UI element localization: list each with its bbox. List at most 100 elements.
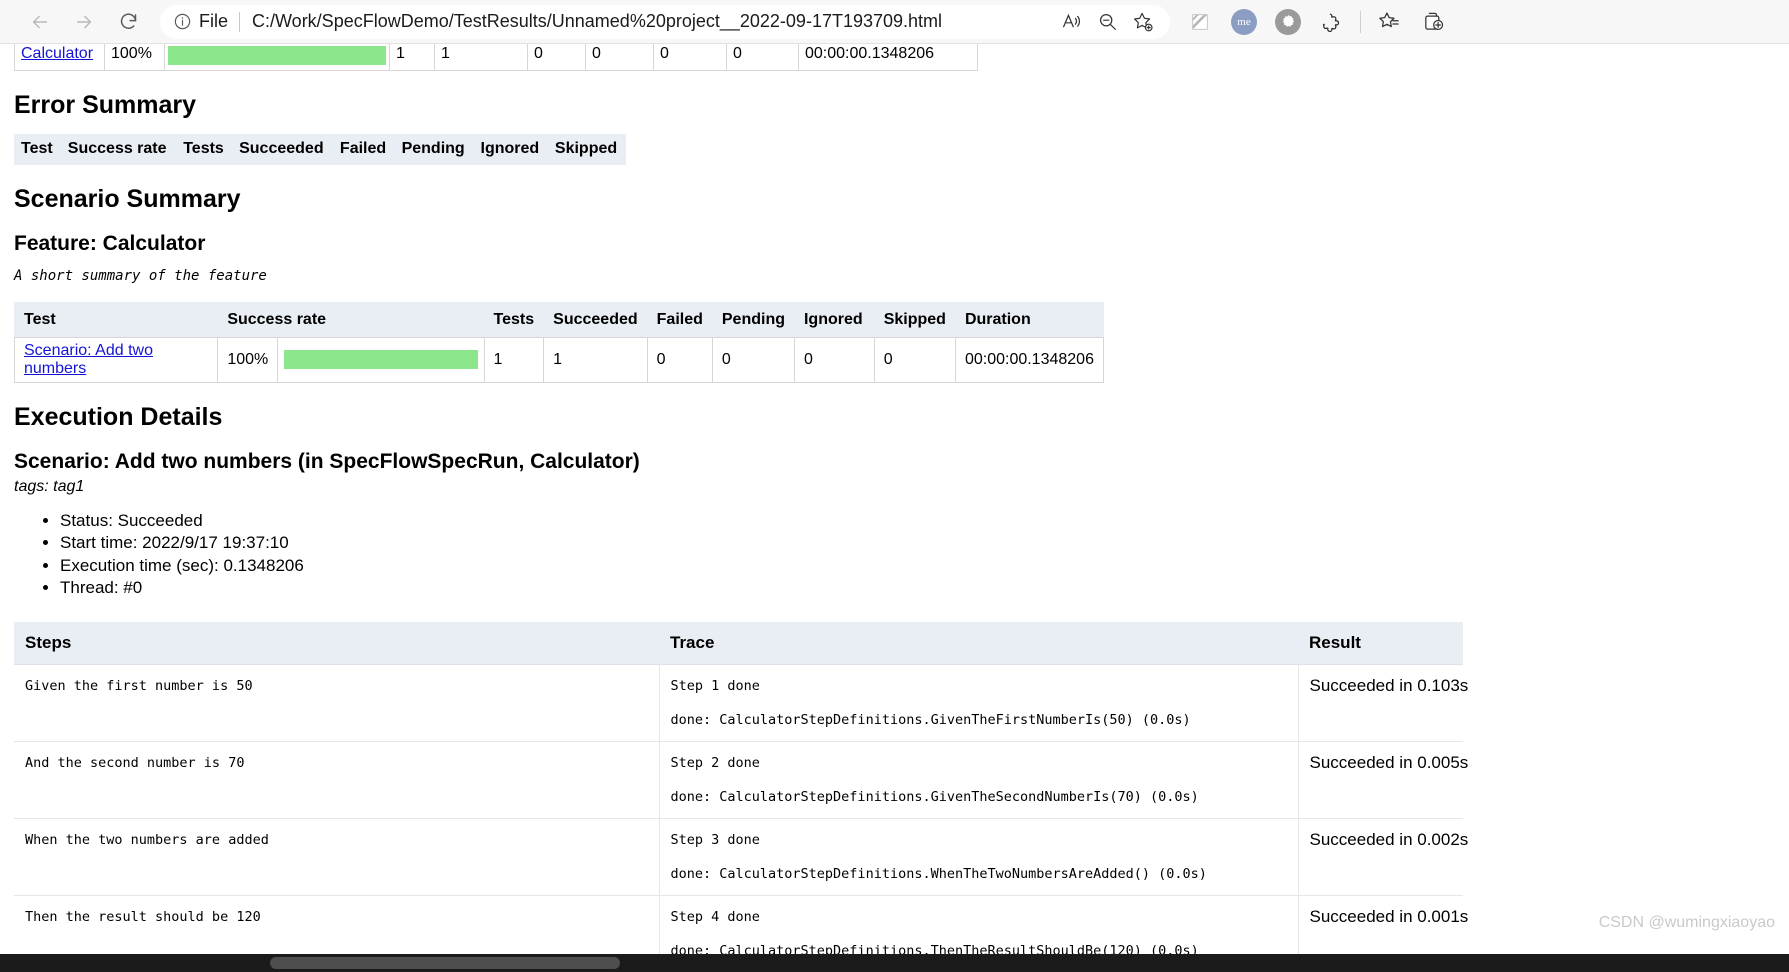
back-button[interactable] <box>18 2 62 42</box>
cell-success-bar <box>278 337 484 382</box>
error-summary-heading: Error Summary <box>14 91 1775 120</box>
forward-arrow-icon <box>73 11 95 33</box>
address-bar[interactable]: File C:/Work/SpecFlowDemo/TestResults/Un… <box>160 5 1170 39</box>
address-divider <box>239 12 240 32</box>
scenario-facts-list: Status: Succeeded Start time: 2022/9/17 … <box>14 510 1775 600</box>
table-row: When the two numbers are added Step 3 do… <box>14 818 1463 895</box>
cell-success-rate: 100% <box>105 44 165 70</box>
scenario-link[interactable]: Scenario: Add two numbers <box>24 342 153 377</box>
error-summary-table: Test Success rate Tests Succeeded Failed… <box>14 134 626 165</box>
cell-trace: Step 1 done done: CalculatorStepDefiniti… <box>659 664 1298 741</box>
split-screen-plus-icon <box>1422 10 1445 33</box>
col-ignored: Ignored <box>474 134 548 165</box>
report-page: Calculator 100% 1 1 0 0 0 0 00:00:00.134… <box>0 44 1789 954</box>
cell-step: Then the result should be 120 <box>14 895 659 954</box>
table-row: Scenario: Add two numbers 100% 1 1 0 0 0… <box>15 337 1104 382</box>
trace-line-1: Step 1 done <box>671 676 1287 696</box>
cell-result: Succeeded in 0.002s <box>1298 818 1463 895</box>
browser-toolbar-right: me <box>1178 2 1455 42</box>
table-header-row: Test Success rate Tests Succeeded Failed… <box>15 302 1104 337</box>
cell-succeeded: 1 <box>435 44 528 70</box>
cell-duration: 00:00:00.1348206 <box>799 44 978 70</box>
col-skipped: Skipped <box>548 134 626 165</box>
trace-line-2: done: CalculatorStepDefinitions.WhenTheT… <box>671 864 1287 884</box>
list-item: Status: Succeeded <box>60 510 1775 533</box>
table-row: Then the result should be 120 Step 4 don… <box>14 895 1463 954</box>
gear-icon <box>1275 9 1301 35</box>
cell-ignored: 0 <box>794 337 874 382</box>
scrollbar-thumb[interactable] <box>270 957 620 969</box>
url-text[interactable]: C:/Work/SpecFlowDemo/TestResults/Unnamed… <box>252 11 1053 32</box>
zoom-out-icon <box>1097 11 1118 32</box>
scenario-tags: tags: tag1 <box>14 478 1775 496</box>
refresh-button[interactable] <box>106 2 150 42</box>
cell-skipped: 0 <box>727 44 799 70</box>
cell-trace: Step 4 done done: CalculatorStepDefiniti… <box>659 895 1298 954</box>
trace-line-2: done: CalculatorStepDefinitions.ThenTheR… <box>671 941 1287 955</box>
browser-toolbar: File C:/Work/SpecFlowDemo/TestResults/Un… <box>0 0 1789 44</box>
settings-button[interactable] <box>1266 2 1310 42</box>
col-duration: Duration <box>955 302 1103 337</box>
file-scheme-label: File <box>199 11 228 32</box>
horizontal-scrollbar[interactable] <box>0 954 1789 972</box>
collections-icon <box>1189 11 1211 33</box>
cell-trace: Step 3 done done: CalculatorStepDefiniti… <box>659 818 1298 895</box>
split-screen-button[interactable] <box>1411 2 1455 42</box>
table-row: Calculator 100% 1 1 0 0 0 0 00:00:00.134… <box>15 44 978 70</box>
col-steps: Steps <box>14 622 659 665</box>
trace-line-1: Step 3 done <box>671 830 1287 850</box>
forward-button[interactable] <box>62 2 106 42</box>
execution-scenario-heading: Scenario: Add two numbers (in SpecFlowSp… <box>14 450 1775 474</box>
extensions-button[interactable] <box>1310 2 1354 42</box>
col-success-rate: Success rate <box>61 134 176 165</box>
zoom-out-button[interactable] <box>1089 6 1125 38</box>
puzzle-piece-icon <box>1321 11 1343 33</box>
col-success-rate: Success rate <box>218 302 484 337</box>
table-row: Given the first number is 50 Step 1 done… <box>14 664 1463 741</box>
cell-trace: Step 2 done done: CalculatorStepDefiniti… <box>659 741 1298 818</box>
col-trace: Trace <box>659 622 1298 665</box>
profile-button[interactable]: me <box>1222 2 1266 42</box>
favorites-bar-button[interactable] <box>1367 2 1411 42</box>
cell-pending: 0 <box>712 337 794 382</box>
feature-description: A short summary of the feature <box>14 268 1775 284</box>
cell-success-bar <box>165 44 390 70</box>
col-succeeded: Succeeded <box>232 134 333 165</box>
cell-failed: 0 <box>528 44 586 70</box>
cell-ignored: 0 <box>654 44 727 70</box>
scenario-summary-table: Test Success rate Tests Succeeded Failed… <box>14 302 1104 383</box>
col-succeeded: Succeeded <box>544 302 647 337</box>
read-aloud-icon <box>1061 11 1082 32</box>
add-favorite-button[interactable] <box>1125 6 1161 38</box>
collections-button[interactable] <box>1178 2 1222 42</box>
cell-succeeded: 1 <box>544 337 647 382</box>
cell-test[interactable]: Scenario: Add two numbers <box>15 337 218 382</box>
steps-table: Steps Trace Result Given the first numbe… <box>14 622 1463 955</box>
cell-result: Succeeded in 0.001s <box>1298 895 1463 954</box>
scenario-summary-heading: Scenario Summary <box>14 185 1775 214</box>
cell-success-rate: 100% <box>218 337 278 382</box>
list-item: Start time: 2022/9/17 19:37:10 <box>60 532 1775 555</box>
table-header-row: Steps Trace Result <box>14 622 1463 665</box>
col-pending: Pending <box>395 134 474 165</box>
cell-step: And the second number is 70 <box>14 741 659 818</box>
trace-line-1: Step 4 done <box>671 907 1287 927</box>
cell-result: Succeeded in 0.103s <box>1298 664 1463 741</box>
back-arrow-icon <box>29 11 51 33</box>
table-header-row: Test Success rate Tests Succeeded Failed… <box>14 134 626 165</box>
feature-link[interactable]: Calculator <box>21 45 93 62</box>
avatar: me <box>1231 9 1257 35</box>
cell-pending: 0 <box>586 44 654 70</box>
col-result: Result <box>1298 622 1463 665</box>
cell-test[interactable]: Calculator <box>15 44 105 70</box>
col-pending: Pending <box>712 302 794 337</box>
table-row: And the second number is 70 Step 2 done … <box>14 741 1463 818</box>
read-aloud-button[interactable] <box>1053 6 1089 38</box>
col-skipped: Skipped <box>874 302 955 337</box>
feature-heading: Feature: Calculator <box>14 232 1775 256</box>
cell-tests: 1 <box>390 44 435 70</box>
info-icon[interactable] <box>173 12 192 31</box>
col-failed: Failed <box>333 134 395 165</box>
execution-details-heading: Execution Details <box>14 403 1775 432</box>
trace-line-2: done: CalculatorStepDefinitions.GivenThe… <box>671 710 1287 730</box>
